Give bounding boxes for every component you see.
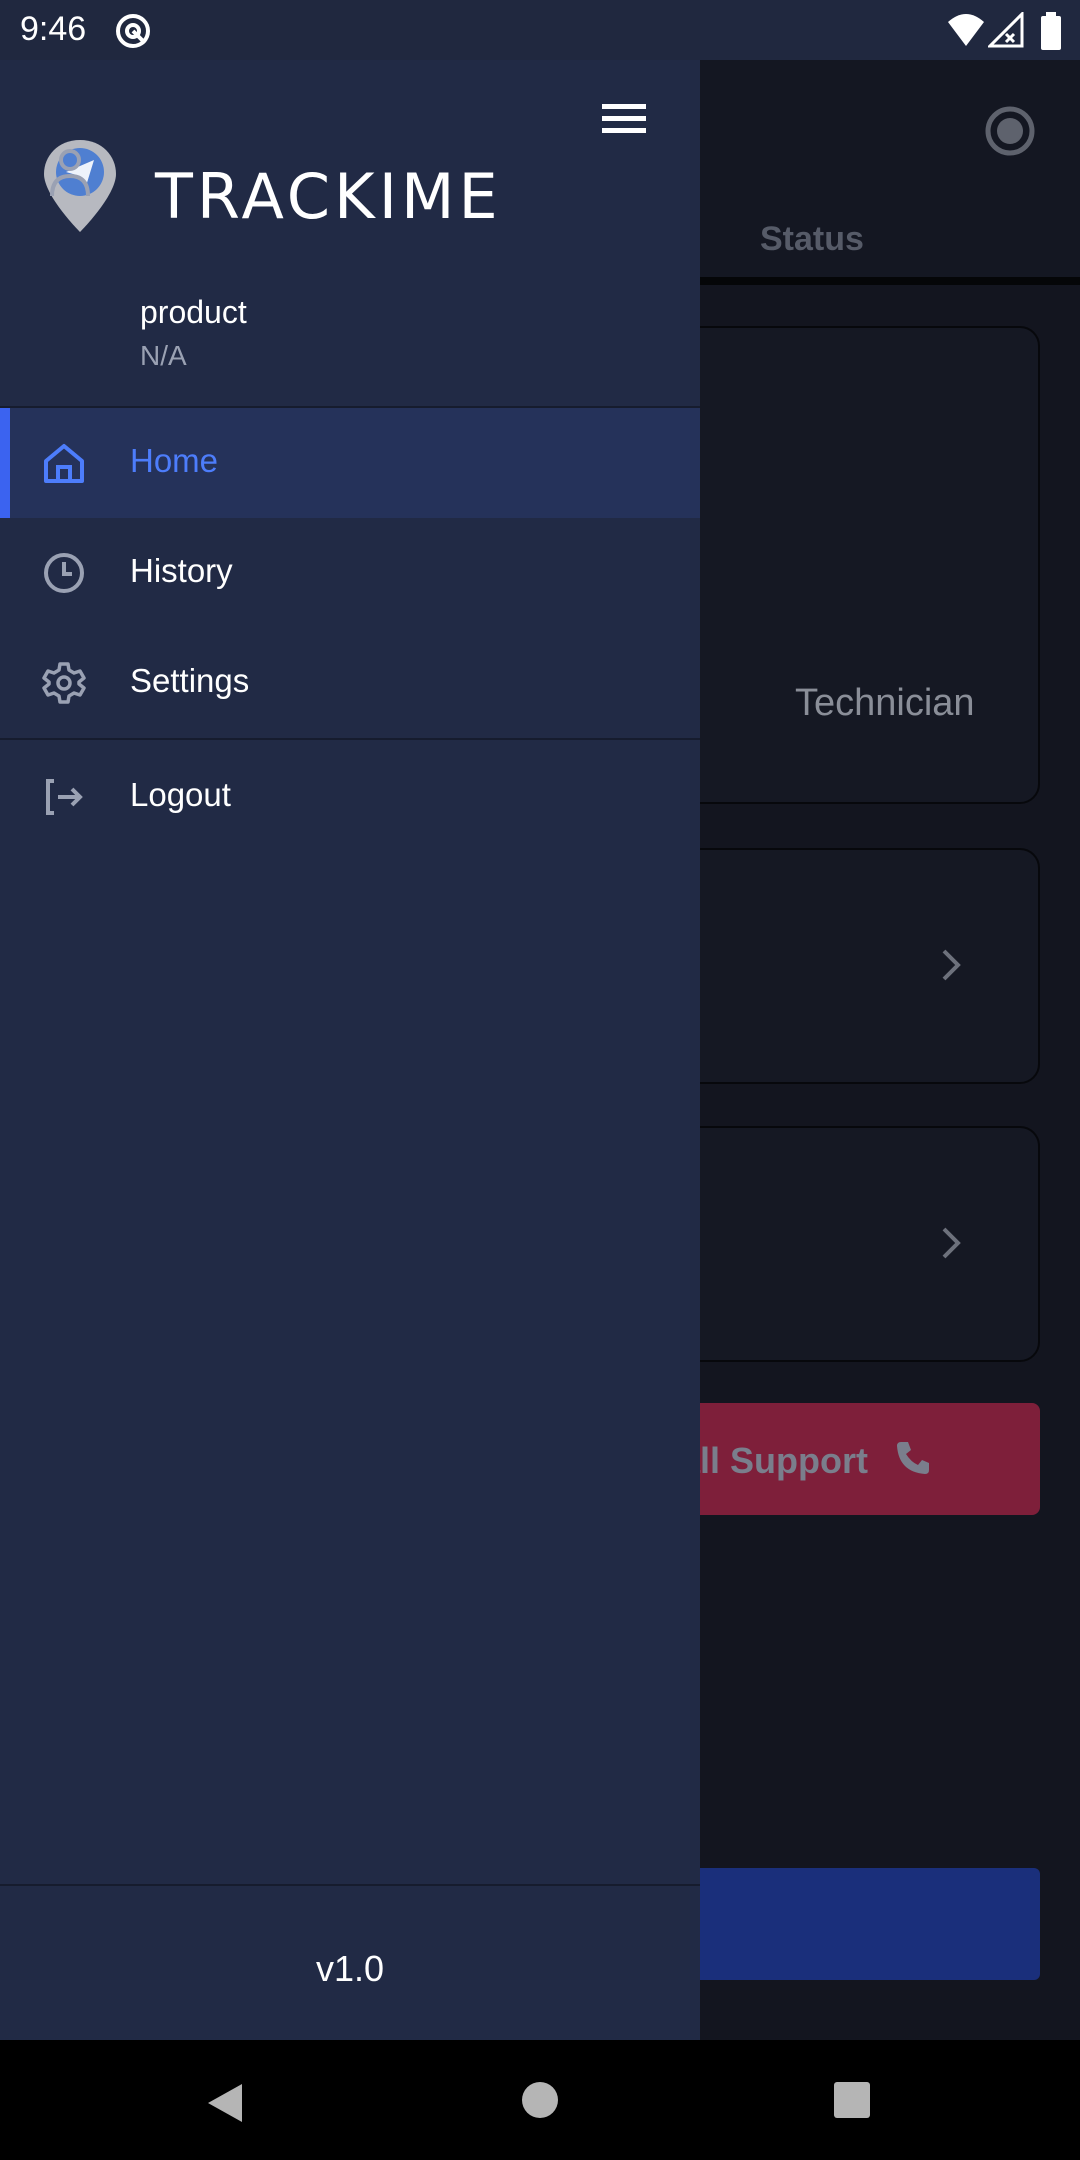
nav-item-history[interactable]: History — [0, 518, 700, 628]
app-logo-text: TRACKIME — [155, 160, 502, 233]
nav-label: Home — [130, 442, 219, 479]
phone-icon — [893, 1438, 933, 1483]
recents-icon[interactable] — [832, 2080, 872, 2125]
record-icon[interactable] — [984, 105, 1036, 162]
nav-item-home[interactable]: Home — [0, 408, 700, 518]
user-icon — [48, 144, 92, 205]
divider — [0, 1884, 700, 1886]
tab-status[interactable]: Status — [760, 220, 864, 259]
nav-item-logout[interactable]: Logout — [0, 742, 700, 852]
divider — [0, 738, 700, 740]
home-circle-icon[interactable] — [520, 2080, 560, 2125]
logout-icon — [42, 775, 86, 824]
back-icon[interactable] — [204, 2080, 246, 2131]
app-version: v1.0 — [315, 1948, 385, 1989]
role-text: Technician — [795, 682, 975, 724]
home-icon — [42, 441, 86, 490]
call-support-label: all Support — [680, 1440, 868, 1481]
nav-label: History — [130, 552, 233, 589]
navigation-drawer: TRACKIME product N/A Home History Settin… — [0, 60, 700, 2040]
at-sign-icon — [114, 12, 152, 55]
gear-icon — [42, 661, 86, 710]
clock-icon — [42, 551, 86, 600]
nav-label: Settings — [130, 662, 250, 699]
status-time: 9:46 — [20, 10, 87, 48]
user-subtitle: N/A — [140, 340, 187, 371]
hamburger-menu-icon[interactable] — [598, 98, 650, 143]
status-bar: 9:46 — [0, 0, 1080, 60]
tab-indicator — [700, 277, 1080, 285]
chevron-right-icon — [940, 945, 964, 990]
chevron-right-icon — [940, 1223, 964, 1268]
signal-off-icon — [986, 10, 1024, 53]
active-indicator — [0, 408, 10, 518]
nav-item-settings[interactable]: Settings — [0, 628, 700, 738]
user-name: product — [140, 294, 247, 330]
nav-label: Logout — [130, 776, 231, 813]
battery-icon — [1040, 12, 1062, 55]
system-navigation-bar — [0, 2040, 1080, 2160]
wifi-icon — [946, 12, 986, 53]
